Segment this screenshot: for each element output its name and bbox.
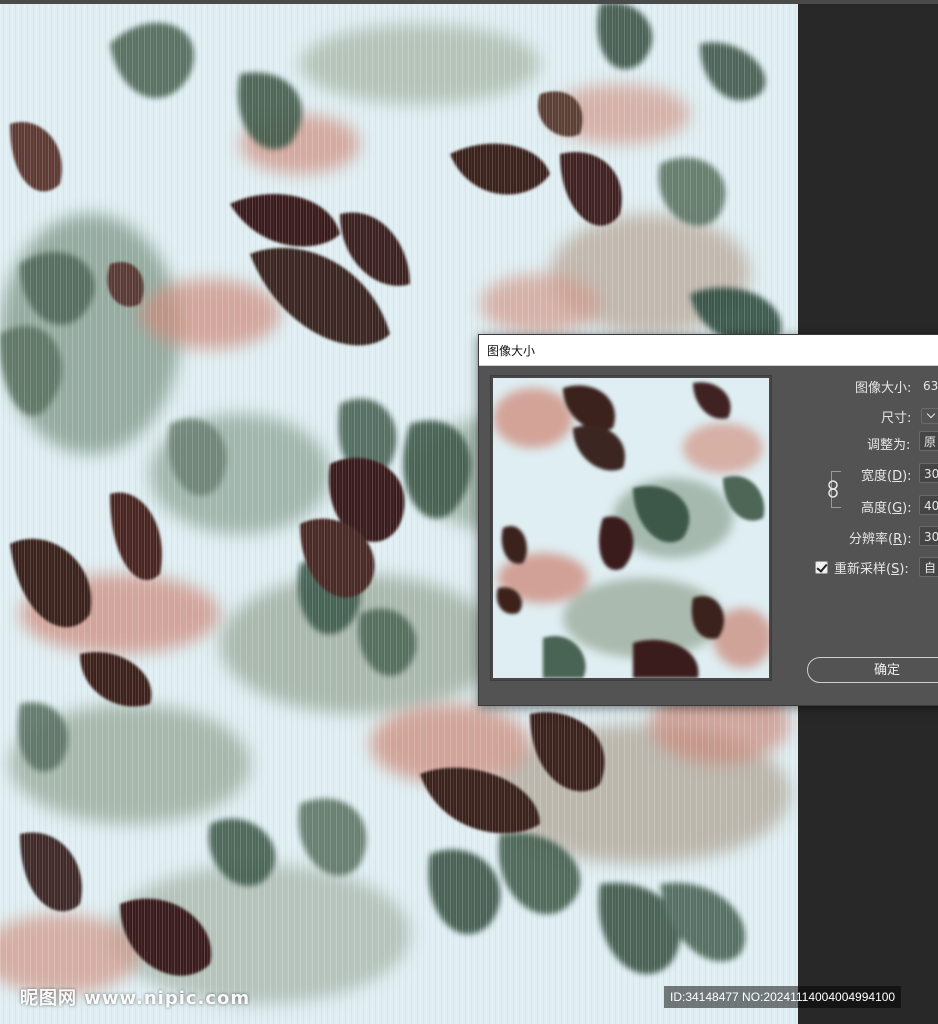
resample-label: 重新采样(S): [834, 562, 909, 577]
ok-button[interactable]: 确定 [807, 657, 938, 683]
dialog-titlebar[interactable]: 图像大小 [479, 335, 938, 366]
height-key: G [892, 501, 903, 516]
link-bracket-top [831, 471, 841, 472]
resample-key: S [891, 562, 900, 577]
dimensions-label: 尺寸: [881, 411, 912, 426]
width-input[interactable]: 30 [919, 463, 938, 483]
image-id-watermark: ID:34148477 NO:20241114004004994100 [664, 986, 902, 1008]
height-label: 高度(G): [861, 501, 912, 516]
image-preview[interactable] [490, 375, 772, 681]
width-label: 宽度(D): [861, 469, 912, 484]
width-key: D [892, 469, 903, 484]
preview-thumbnail [493, 378, 769, 678]
dialog-title: 图像大小 [487, 344, 536, 358]
resample-select[interactable]: 自 [919, 557, 938, 577]
resample-label-text: 重新采样 [834, 562, 887, 577]
fit-to-label: 调整为: [867, 438, 911, 453]
width-label-text: 宽度 [861, 469, 888, 484]
link-chain-icon[interactable] [827, 480, 839, 498]
resolution-label: 分辨率(R): [849, 532, 912, 547]
height-label-text: 高度 [861, 501, 888, 516]
image-size-dialog: 图像大小 图像大小: 63 尺寸: 调整为: 原 宽度(D): 30 高度(G)… [478, 334, 938, 706]
resolution-input[interactable]: 300 [919, 526, 938, 546]
app-window: 图像大小 图像大小: 63 尺寸: 调整为: 原 宽度(D): 30 高度(G)… [0, 0, 938, 1024]
chevron-down-icon[interactable] [921, 408, 938, 424]
height-input[interactable]: 40 [919, 495, 938, 515]
link-bracket-bottom [831, 507, 841, 508]
resolution-label-text: 分辨率 [849, 532, 889, 547]
image-size-label: 图像大小: [855, 381, 912, 396]
image-size-value: 63 [923, 379, 938, 393]
fit-to-select[interactable]: 原 [919, 431, 938, 451]
resolution-key: R [893, 532, 903, 547]
checkbox-checked-icon[interactable] [815, 561, 828, 574]
site-watermark: 昵图网 www.nipic.com [20, 988, 251, 1009]
